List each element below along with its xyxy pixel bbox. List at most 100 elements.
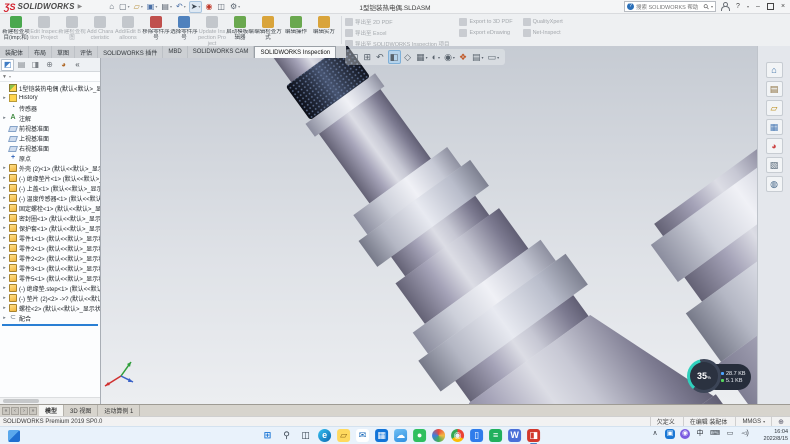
touch-keyboard-icon[interactable]: ⌨ (710, 429, 720, 439)
scrollbar-thumb[interactable] (3, 399, 39, 403)
select-icon[interactable]: ➤ ▾ (189, 1, 203, 13)
ribbon-button[interactable]: 编辑检查方式 (254, 15, 282, 47)
menu-flyout-icon[interactable]: ▶ (78, 3, 83, 10)
ribbon-button[interactable]: 启动模板编辑器 (226, 15, 254, 47)
custom-properties-icon[interactable]: ▧ (766, 157, 783, 173)
file-explorer-icon[interactable]: ▱ (337, 429, 350, 442)
export-button[interactable]: 导出至 Excel (345, 29, 449, 37)
configurationmanager-tab-icon[interactable]: ◨ (29, 59, 42, 71)
tree-item[interactable]: 前视基准面 (0, 123, 100, 133)
export-button[interactable]: Net-Inspect (523, 29, 563, 37)
minimize-button[interactable]: – (753, 3, 763, 10)
display-style-icon[interactable]: ◐ ▾ (431, 50, 441, 64)
save-icon[interactable]: ▣ ▾ (146, 1, 159, 13)
view-palette-icon[interactable]: ▦ (766, 119, 783, 135)
tab-nav-arrow-icon[interactable]: » (29, 407, 37, 415)
expand-arrow-icon[interactable]: ▸ (2, 185, 7, 191)
ribbon-button[interactable]: Edit Inspection Project (30, 15, 58, 47)
ribbon-button[interactable]: Add/Edit Balloons (114, 15, 142, 47)
tree-item[interactable]: ▸ 外壳 (2)<1> (默认<<默认>_显示状 (0, 163, 100, 173)
widgets-icon[interactable] (8, 430, 20, 442)
store-icon[interactable]: ▦ (375, 429, 388, 442)
file-explorer-icon[interactable]: ▱ (766, 100, 783, 116)
expand-arrow-icon[interactable]: ▸ (2, 245, 7, 251)
view-settings-icon[interactable]: ▭ ▾ (487, 50, 501, 64)
taskbar-clock[interactable]: 16:04 2022/8/15 (764, 429, 788, 443)
tree-item[interactable]: ▸ (-) 垫片 (2)<2> ->? (默认<<默认> (0, 293, 100, 303)
help-search-input[interactable]: ? 搜索 SOLIDWORKS 帮助 ⚲ ▾ (624, 1, 716, 12)
status-segment[interactable]: 欠定义 (650, 417, 683, 426)
ribbon-tab[interactable]: SOLIDWORKS CAM (188, 46, 255, 58)
dimxpertmanager-tab-icon[interactable]: ⊕ (43, 59, 56, 71)
new-document-icon[interactable]: ▢ ▾ (118, 1, 131, 13)
tree-horizontal-scrollbar[interactable] (0, 397, 100, 404)
export-button[interactable]: Export to 3D PDF (459, 18, 512, 26)
tree-item[interactable]: 原点 (0, 153, 100, 163)
tree-item[interactable]: 右视基准面 (0, 143, 100, 153)
export-button[interactable]: QualityXpert (523, 18, 563, 26)
propertymanager-tab-icon[interactable]: ▤ (15, 59, 28, 71)
resources-home-icon[interactable]: ⌂ (766, 62, 783, 78)
ribbon-button[interactable]: Update Inspection Project (198, 15, 226, 47)
edge-icon[interactable]: e (318, 429, 331, 442)
tree-item[interactable]: ▸ 注解 (0, 113, 100, 123)
tab-nav-arrow-icon[interactable]: › (20, 407, 28, 415)
expand-arrow-icon[interactable]: ▸ (2, 275, 7, 281)
expand-arrow-icon[interactable]: ▸ (2, 295, 7, 301)
ribbon-button[interactable]: 编辑实方 (310, 15, 338, 47)
green-app-icon[interactable]: ● (413, 429, 426, 442)
chrome-icon[interactable]: ◉ (451, 429, 464, 442)
search-icon[interactable]: ⚲ (280, 429, 293, 442)
search-dropdown-icon[interactable]: ▾ (711, 4, 713, 9)
expand-arrow-icon[interactable]: ▸ (2, 305, 7, 311)
tree-item[interactable]: ▸ (-) 温度传感器<1> (默认<<默认>_ (0, 193, 100, 203)
tree-item[interactable]: ▸ 保护套<1> (默认<<默认>_显示状 (0, 223, 100, 233)
tree-item[interactable]: 传感器 (0, 103, 100, 113)
open-icon[interactable]: ▱ ▾ (133, 1, 144, 13)
tree-item[interactable]: ▸ 零件3<1> (默认<<默认>_显示状 (0, 263, 100, 273)
word-app-icon[interactable]: W (508, 429, 521, 442)
ribbon-tab[interactable]: 评估 (75, 46, 98, 58)
ribbon-tab[interactable]: 装配体 (0, 46, 29, 58)
zoom-area-icon[interactable]: ⊞ (363, 50, 374, 64)
graphics-viewport[interactable]: ⊡ ⊞ ↶ ◧ (101, 46, 757, 404)
status-globe[interactable]: ⊕ (771, 417, 790, 426)
cast-display-icon[interactable]: ▭ (725, 429, 735, 439)
appearances-icon[interactable]: ◕ (766, 138, 783, 154)
ribbon-button[interactable]: 新建检查项目(imp;和) (2, 15, 30, 47)
view-tab[interactable]: 3D 视图 (64, 405, 98, 416)
expand-arrow-icon[interactable]: ▸ (2, 225, 7, 231)
expand-arrow-icon[interactable]: ▸ (2, 265, 7, 271)
view-tab[interactable]: 模型 (39, 405, 64, 416)
restore-button[interactable] (767, 3, 774, 10)
solidworks-app-icon[interactable]: ◨ (527, 429, 540, 442)
panel-collapse-icon[interactable]: « (71, 59, 84, 71)
tab-nav-arrow-icon[interactable]: « (2, 407, 10, 415)
expand-arrow-icon[interactable]: ▸ (2, 315, 7, 321)
tree-item[interactable]: ▸ 密封圈<1> (默认<<默认>_显示状 (0, 213, 100, 223)
home-icon[interactable]: ⌂ (108, 1, 116, 13)
section-view-icon[interactable]: ◧ (388, 50, 402, 64)
ring-app-icon[interactable] (432, 429, 445, 442)
apply-scene-icon[interactable]: ▤ ▾ (471, 50, 485, 64)
tree-item[interactable]: ▸ History (0, 93, 100, 103)
expand-arrow-icon[interactable]: ▸ (2, 205, 7, 211)
expand-arrow-icon[interactable]: ▸ (2, 95, 7, 101)
filter-dropdown-icon[interactable]: ▾ (9, 74, 11, 79)
tree-item[interactable]: ▸ 零件2<1> (默认<<默认>_显示状 (0, 243, 100, 253)
help-button[interactable]: ? (733, 3, 743, 10)
tree-item[interactable]: ▸ 零件2<2> (默认<<默认>_显示状 (0, 253, 100, 263)
print-icon[interactable]: ▤ ▾ (160, 1, 173, 13)
displaymanager-tab-icon[interactable]: ◕ (57, 59, 70, 71)
tree-item[interactable]: 上视基准面 (0, 133, 100, 143)
expand-arrow-icon[interactable]: ▸ (2, 165, 7, 171)
login-icon[interactable] (720, 2, 729, 11)
mail-icon[interactable]: ✉ (356, 429, 369, 442)
tray-expand-icon[interactable]: ∧ (650, 429, 660, 439)
zoom-fit-icon[interactable]: ⊡ (350, 50, 361, 64)
close-button[interactable]: × (778, 3, 788, 10)
ribbon-tab[interactable]: SOLIDWORKS 插件 (98, 46, 163, 58)
hide-show-items-icon[interactable]: ◉ ▾ (443, 50, 456, 64)
tree-item[interactable]: ▸ (-) 绝缘垫片<1> (默认<<默认>_显 (0, 173, 100, 183)
ribbon-tab[interactable]: 草图 (52, 46, 75, 58)
